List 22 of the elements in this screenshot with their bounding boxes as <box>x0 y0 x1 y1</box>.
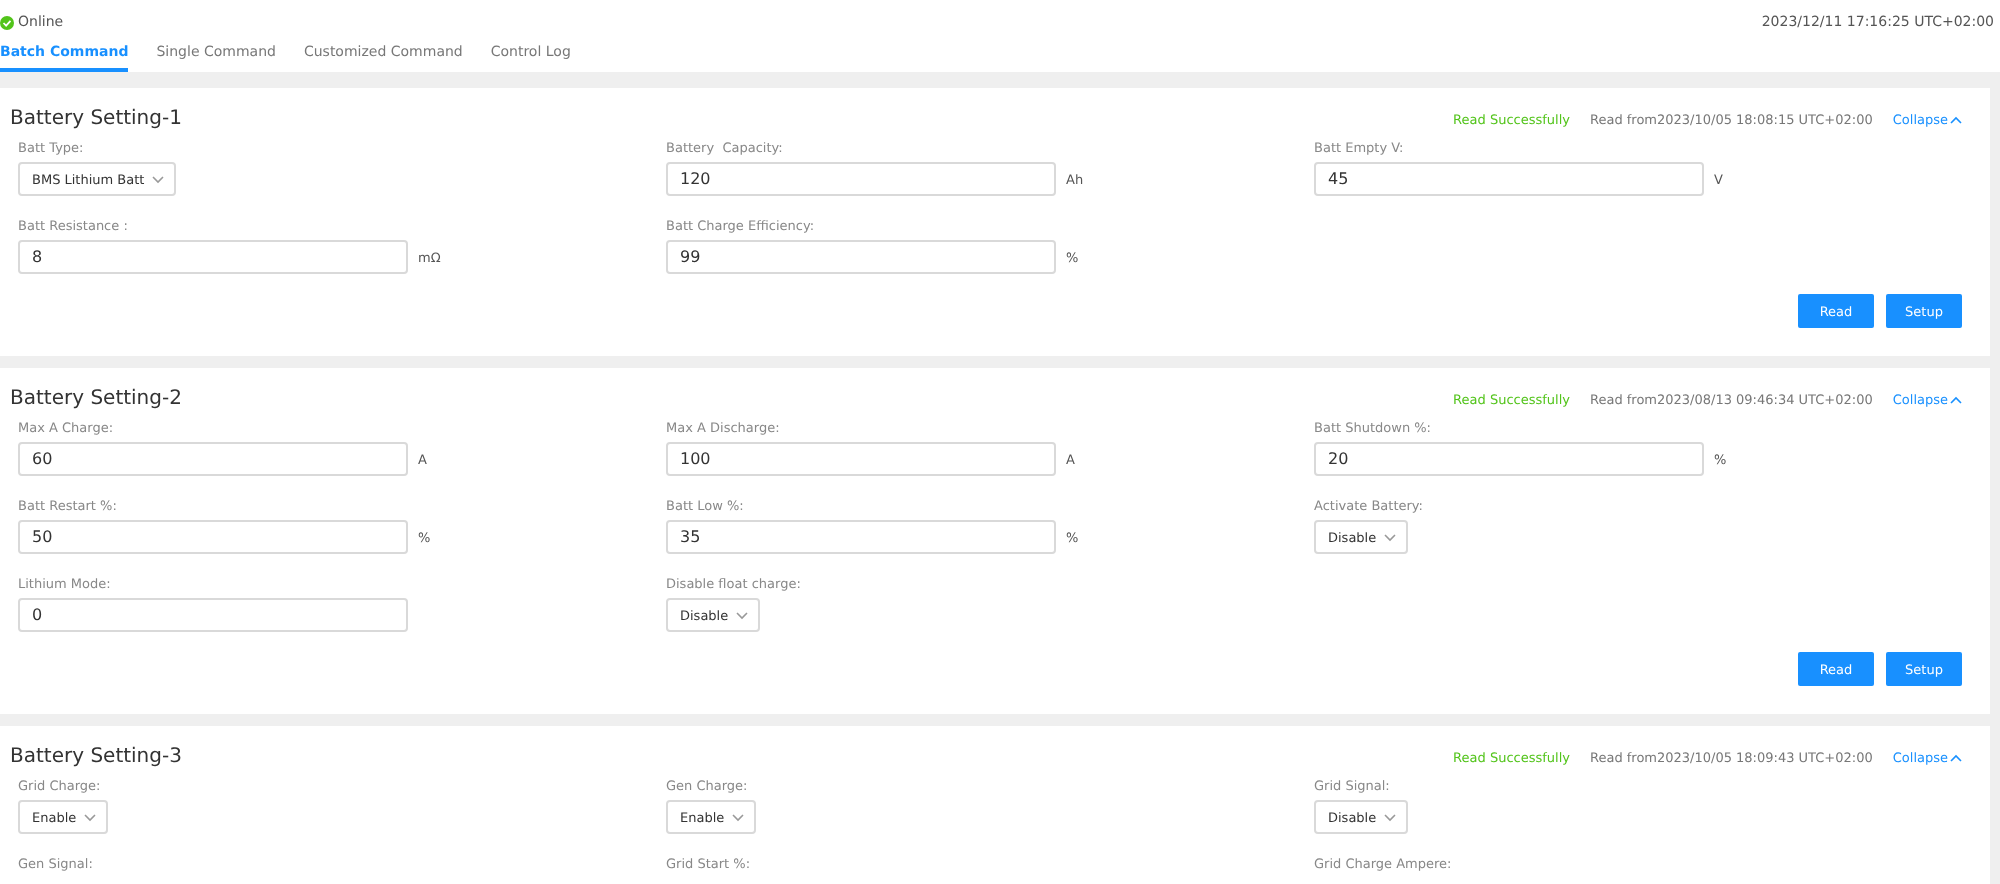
input-field[interactable]: 100 <box>666 442 1056 476</box>
section-title: Battery Setting-3 <box>10 746 182 768</box>
chevron-down-icon <box>1384 533 1397 541</box>
chevron-down-icon <box>736 611 749 619</box>
chevron-up-icon <box>1950 395 1962 403</box>
input-field[interactable]: 99 <box>666 240 1056 274</box>
input-field[interactable]: 45 <box>1314 162 1704 196</box>
chevron-down-icon <box>84 813 97 821</box>
chevron-up-icon <box>1950 115 1962 123</box>
input-field[interactable]: 0 <box>18 598 408 632</box>
chevron-down-icon <box>732 813 745 821</box>
input-field[interactable]: 35 <box>666 520 1056 554</box>
input-field[interactable]: 120 <box>666 162 1056 196</box>
chevron-up-icon <box>1950 753 1962 761</box>
section-title: Battery Setting-1 <box>10 108 182 130</box>
chevron-down-icon <box>152 175 165 183</box>
input-field[interactable]: 60 <box>18 442 408 476</box>
input-field[interactable]: 50 <box>18 520 408 554</box>
input-field[interactable]: 20 <box>1314 442 1704 476</box>
section-title: Battery Setting-2 <box>10 388 182 410</box>
input-field[interactable]: 8 <box>18 240 408 274</box>
chevron-down-icon <box>1384 813 1397 821</box>
